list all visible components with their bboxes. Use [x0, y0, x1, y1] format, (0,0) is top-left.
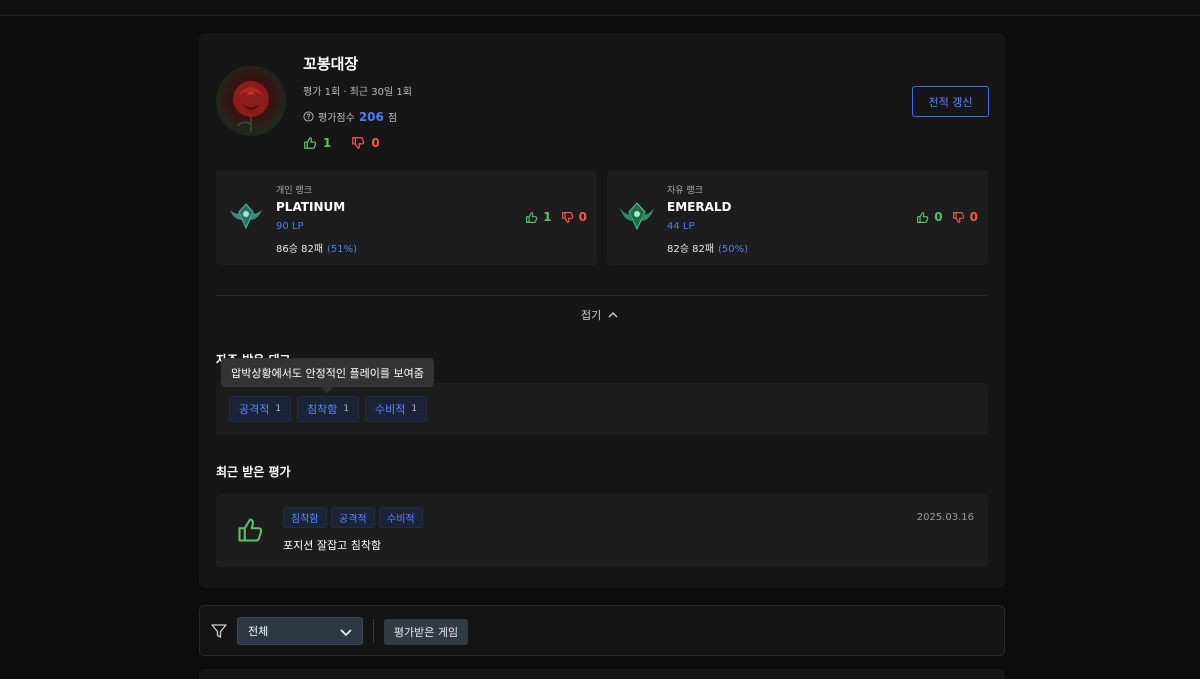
collapse-toggle[interactable]: 접기 — [581, 307, 619, 323]
dislike-count: 0 — [371, 136, 380, 150]
rank-winrate: (51%) — [327, 244, 358, 255]
filter-select[interactable]: 전체 — [237, 617, 363, 645]
thumbs-down-icon[interactable] — [952, 211, 965, 224]
rank-winloss: 86승 82패 — [276, 244, 324, 255]
tag-label: 공격적 — [239, 403, 270, 416]
rank-lp: 90 LP — [276, 221, 304, 232]
review-tag: 공격적 — [331, 507, 375, 528]
like-count: 1 — [323, 136, 332, 150]
rank-tier: EMERALD — [667, 200, 732, 214]
thumbs-down-icon[interactable] — [561, 211, 574, 224]
rank-tier: PLATINUM — [276, 200, 346, 214]
rank-record: 82승 82패 (50%) — [667, 240, 748, 255]
rank-winrate: (50%) — [718, 244, 749, 255]
review-tag: 수비적 — [379, 507, 423, 528]
summoner-name: 꼬봉대장 — [303, 55, 359, 73]
filter-icon[interactable] — [210, 622, 228, 640]
reviewed-games-button[interactable]: 평가받은 게임 — [384, 619, 468, 645]
review-tag: 침착함 — [283, 507, 327, 528]
chevron-down-icon — [340, 629, 352, 637]
refresh-button[interactable]: 전적 갱신 — [912, 86, 989, 117]
rank-dislike-count: 0 — [969, 210, 978, 224]
flex-rank-panel: 자유 랭크 EMERALD 44 LP 82승 82패 (50%) 0 0 — [607, 170, 988, 265]
thumbs-up-icon — [238, 518, 263, 542]
rank-like-count: 1 — [543, 210, 552, 224]
tag-tooltip: 압박상황에서도 안정적인 플레이를 보여줌 — [221, 358, 434, 393]
score-label: 평가점수 — [318, 113, 355, 124]
tag-count: 1 — [343, 404, 350, 414]
rank-queue: 개인 랭크 — [276, 186, 312, 196]
review-item: 침착함 공격적 수비적 2025.03.16 포지션 잘잡고 침착함 — [216, 494, 988, 567]
tag-chip[interactable]: 공격적 1 — [229, 396, 292, 422]
rank-votes: 0 0 — [916, 210, 978, 224]
tag-label: 침착함 — [307, 403, 338, 416]
review-summary: 평가 1회 · 최근 30일 1회 — [303, 87, 412, 98]
tag-count: 1 — [411, 404, 418, 414]
rank-votes: 1 0 — [525, 210, 587, 224]
avatar — [216, 66, 286, 136]
rank-queue: 자유 랭크 — [667, 186, 703, 196]
tag-chip[interactable]: 수비적 1 — [365, 396, 428, 422]
thumbs-up-icon[interactable] — [303, 136, 317, 150]
thumbs-up-icon[interactable] — [525, 211, 538, 224]
section-divider — [216, 295, 988, 296]
help-circle-icon[interactable] — [303, 111, 314, 122]
top-bar — [0, 0, 1200, 16]
filter-selected: 전체 — [248, 625, 269, 638]
profile-votes: 1 0 — [303, 136, 380, 150]
chevron-up-icon — [608, 311, 618, 318]
thumbs-up-icon[interactable] — [916, 211, 929, 224]
next-card — [199, 669, 1005, 679]
collapse-label: 접기 — [581, 309, 602, 322]
thumbs-down-icon[interactable] — [351, 136, 365, 150]
review-comment: 포지션 잘잡고 침착함 — [283, 539, 382, 552]
emerald-emblem-icon — [620, 202, 654, 231]
rank-dislike-count: 0 — [578, 210, 587, 224]
filter-separator — [373, 619, 374, 643]
solo-rank-panel: 개인 랭크 PLATINUM 90 LP 86승 82패 (51%) 1 0 — [216, 170, 597, 265]
rank-record: 86승 82패 (51%) — [276, 240, 357, 255]
tag-label: 수비적 — [375, 403, 406, 416]
score-row: 평가점수 206 점 — [303, 109, 397, 124]
review-date: 2025.03.16 — [916, 512, 974, 523]
profile-card: 꼬봉대장 평가 1회 · 최근 30일 1회 평가점수 206 점 1 0 전적… — [199, 33, 1005, 588]
rank-winloss: 82승 82패 — [667, 244, 715, 255]
filter-bar: 전체 평가받은 게임 — [199, 605, 1005, 656]
rank-lp: 44 LP — [667, 221, 695, 232]
score-value: 206 — [358, 109, 384, 124]
score-unit: 점 — [387, 113, 398, 124]
tag-count: 1 — [275, 404, 282, 414]
rank-like-count: 0 — [934, 210, 943, 224]
tag-chip[interactable]: 침착함 1 — [297, 396, 360, 422]
platinum-emblem-icon — [230, 203, 262, 230]
recent-section-title: 최근 받은 평가 — [216, 465, 291, 479]
